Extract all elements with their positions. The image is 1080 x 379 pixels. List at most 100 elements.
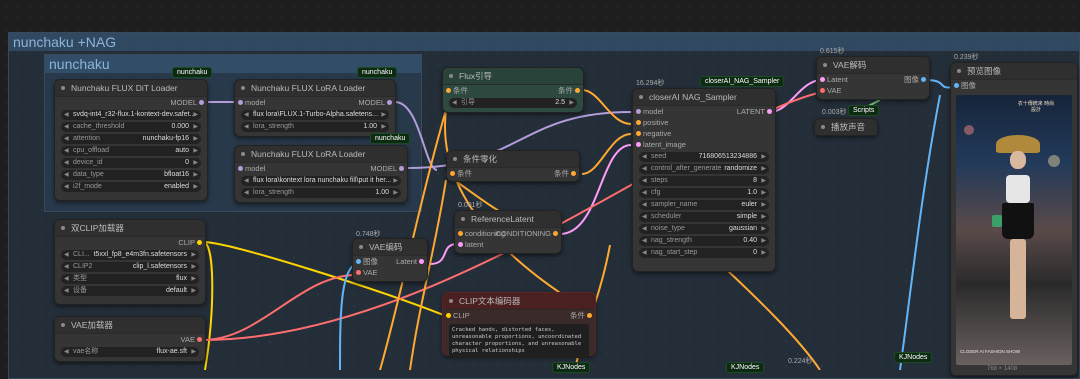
widget-cpu-offload[interactable]: cpu_offload auto xyxy=(61,146,201,156)
io-row: CLIP 条件 xyxy=(443,310,595,321)
widget-sampler-name[interactable]: sampler_name euler xyxy=(639,200,769,210)
nag-sampler-node[interactable]: closerAI NAG_Sampler model LATENT positiv… xyxy=(632,88,776,272)
widget-value: 716806513234886 xyxy=(698,153,757,160)
preview-image[interactable]: 衣十傳統來 時尚設計 CLOSER AI FASHION SHOW xyxy=(956,95,1072,365)
figure-head xyxy=(1010,151,1026,169)
input-socket[interactable] xyxy=(356,270,361,275)
io-row: model MODEL xyxy=(235,97,395,108)
input-socket[interactable] xyxy=(820,88,825,93)
input-socket[interactable] xyxy=(446,88,451,93)
widget-label: vae名称 xyxy=(73,348,99,355)
widget-label: noise_type xyxy=(651,225,685,232)
play-sound-node[interactable]: 播放声音 xyxy=(814,118,878,136)
output-socket[interactable] xyxy=(197,337,202,342)
io-row: 条件 条件 xyxy=(443,85,583,96)
widget-clip1[interactable]: CLI...t5xxl_fp8_e4m3fn.safetensors xyxy=(61,250,199,260)
clip-text-encode-node[interactable]: CLIP文本编码器 CLIP 条件 Cracked hands, distorte… xyxy=(442,292,596,358)
output-label: VAE xyxy=(180,335,195,344)
flux-guidance-node[interactable]: Flux引导 条件 条件 引导 2.5 xyxy=(442,67,584,113)
output-socket[interactable] xyxy=(571,171,576,176)
output-socket[interactable] xyxy=(575,88,580,93)
output-socket[interactable] xyxy=(419,259,424,264)
node-title: 双CLIP加载器 xyxy=(55,220,205,237)
lora-loader-node-1[interactable]: Nunchaku FLUX LoRA Loader model MODEL flu… xyxy=(234,79,396,137)
node-title: 条件零化 xyxy=(447,151,579,168)
vae-loader-node[interactable]: VAE加载器 VAE vae名称 flux-ae.sft xyxy=(54,316,206,362)
output-socket[interactable] xyxy=(387,100,392,105)
input-socket[interactable] xyxy=(954,83,959,88)
output-socket[interactable] xyxy=(399,166,404,171)
input-socket[interactable] xyxy=(450,171,455,176)
reference-latent-node[interactable]: ReferenceLatent conditioning CONDITIONING… xyxy=(454,210,562,254)
widget-seed[interactable]: seed 716806513234886 xyxy=(639,152,769,162)
widget-control-after-generate[interactable]: control_after_generaterandomize xyxy=(639,164,769,174)
widget-vae-name[interactable]: vae名称 flux-ae.sft xyxy=(61,347,199,357)
widget-noise-type[interactable]: noise_type gaussian xyxy=(639,224,769,234)
widget-cache-threshold[interactable]: cache_threshold 0.000 xyxy=(61,122,201,132)
prompt-textarea[interactable]: Cracked hands, distorted faces, unreason… xyxy=(449,324,589,358)
input-socket[interactable] xyxy=(458,231,463,236)
input-socket[interactable] xyxy=(636,131,641,136)
input-socket[interactable] xyxy=(636,142,641,147)
output-label: CLIP xyxy=(178,238,195,247)
widget-value: 2.5 xyxy=(555,99,565,106)
output-label: MODEL xyxy=(358,98,385,107)
widget-type[interactable]: 类型 flux xyxy=(61,274,199,284)
dit-loader-node[interactable]: Nunchaku FLUX DiT Loader MODEL svdq-int4… xyxy=(54,79,208,201)
input-socket[interactable] xyxy=(446,313,451,318)
widget-nag-strength[interactable]: nag_strength 0.40 xyxy=(639,236,769,246)
vae-encode-node[interactable]: VAE编码 图像 Latent VAE xyxy=(352,238,428,282)
widget-device-id[interactable]: device_id 0 xyxy=(61,158,201,168)
execution-time: 16.294秒 xyxy=(636,80,665,87)
widget-lora-strength[interactable]: lora_strength 1.00 xyxy=(241,122,389,132)
output-socket[interactable] xyxy=(553,231,558,236)
input-socket[interactable] xyxy=(458,242,463,247)
execution-time: 0.003秒 xyxy=(822,109,847,116)
conditioning-zero-node[interactable]: 条件零化 条件 条件 xyxy=(446,150,580,182)
io-row: VAE xyxy=(55,334,205,345)
input-socket[interactable] xyxy=(238,100,243,105)
input-socket[interactable] xyxy=(820,77,825,82)
widget-value: clip_l.safetensors xyxy=(132,263,187,270)
widget-guidance[interactable]: 引导 2.5 xyxy=(449,98,577,108)
widget-device[interactable]: 设备 default xyxy=(61,286,199,296)
node-badge: KJNodes xyxy=(552,362,591,373)
image-dimensions: 768 × 1408 xyxy=(987,366,1018,372)
widget-value: flux xyxy=(176,275,187,282)
widget-attention[interactable]: attention nunchaku-fp16 xyxy=(61,134,201,144)
widget-cfg[interactable]: cfg 1.0 xyxy=(639,188,769,198)
io-row: 图像 Latent xyxy=(353,256,427,267)
widget-value: t5xxl_fp8_e4m3fn.safetensors xyxy=(93,251,187,258)
output-socket[interactable] xyxy=(197,240,202,245)
lora-loader-node-2[interactable]: Nunchaku FLUX LoRA Loader model MODEL flu… xyxy=(234,145,408,203)
bokeh-light xyxy=(964,125,974,135)
widget-lora-name[interactable]: flux lora\FLUX.1-Turbo-Alpha.safetens... xyxy=(241,110,389,120)
widget-i2f-mode[interactable]: i2f_mode enabled xyxy=(61,182,201,192)
dual-clip-loader-node[interactable]: 双CLIP加载器 CLIP CLI...t5xxl_fp8_e4m3fn.saf… xyxy=(54,219,206,305)
output-socket[interactable] xyxy=(921,77,926,82)
input-socket[interactable] xyxy=(238,166,243,171)
input-label: latent xyxy=(465,240,484,249)
input-socket[interactable] xyxy=(356,259,361,264)
widget-lora-strength[interactable]: lora_strength 1.00 xyxy=(241,188,401,198)
widget-data-type[interactable]: data_type bfloat16 xyxy=(61,170,201,180)
widget-lora-name[interactable]: flux lora\kontext lora nunchaku fill\put… xyxy=(241,176,401,186)
widget-steps[interactable]: steps 8 xyxy=(639,176,769,186)
input-socket[interactable] xyxy=(636,120,641,125)
execution-time: 0.239秒 xyxy=(954,54,979,61)
widget-model-path[interactable]: svdq-int4_r32-flux.1-kontext-dev.safet..… xyxy=(61,110,201,120)
widget-clip2[interactable]: CLIP2 clip_l.safetensors xyxy=(61,262,199,272)
input-socket[interactable] xyxy=(636,109,641,114)
output-socket[interactable] xyxy=(767,109,772,114)
widget-nag-start-step[interactable]: nag_start_step 0 xyxy=(639,248,769,258)
widget-label: CLIP2 xyxy=(73,263,93,270)
output-socket[interactable] xyxy=(199,100,204,105)
output-socket[interactable] xyxy=(587,313,592,318)
widget-label: CLI... xyxy=(73,251,90,258)
node-badge: nunchaku xyxy=(172,67,213,78)
widget-label: lora_strength xyxy=(253,189,294,196)
vae-decode-node[interactable]: VAE解码 Latent 图像 VAE xyxy=(816,56,930,100)
io-row: conditioning CONDITIONING xyxy=(455,228,561,239)
preview-image-node[interactable]: 预览图像 图像 衣十傳統來 時尚設計 CLOSER AI FASHION SHO… xyxy=(950,62,1078,376)
widget-scheduler[interactable]: scheduler simple xyxy=(639,212,769,222)
